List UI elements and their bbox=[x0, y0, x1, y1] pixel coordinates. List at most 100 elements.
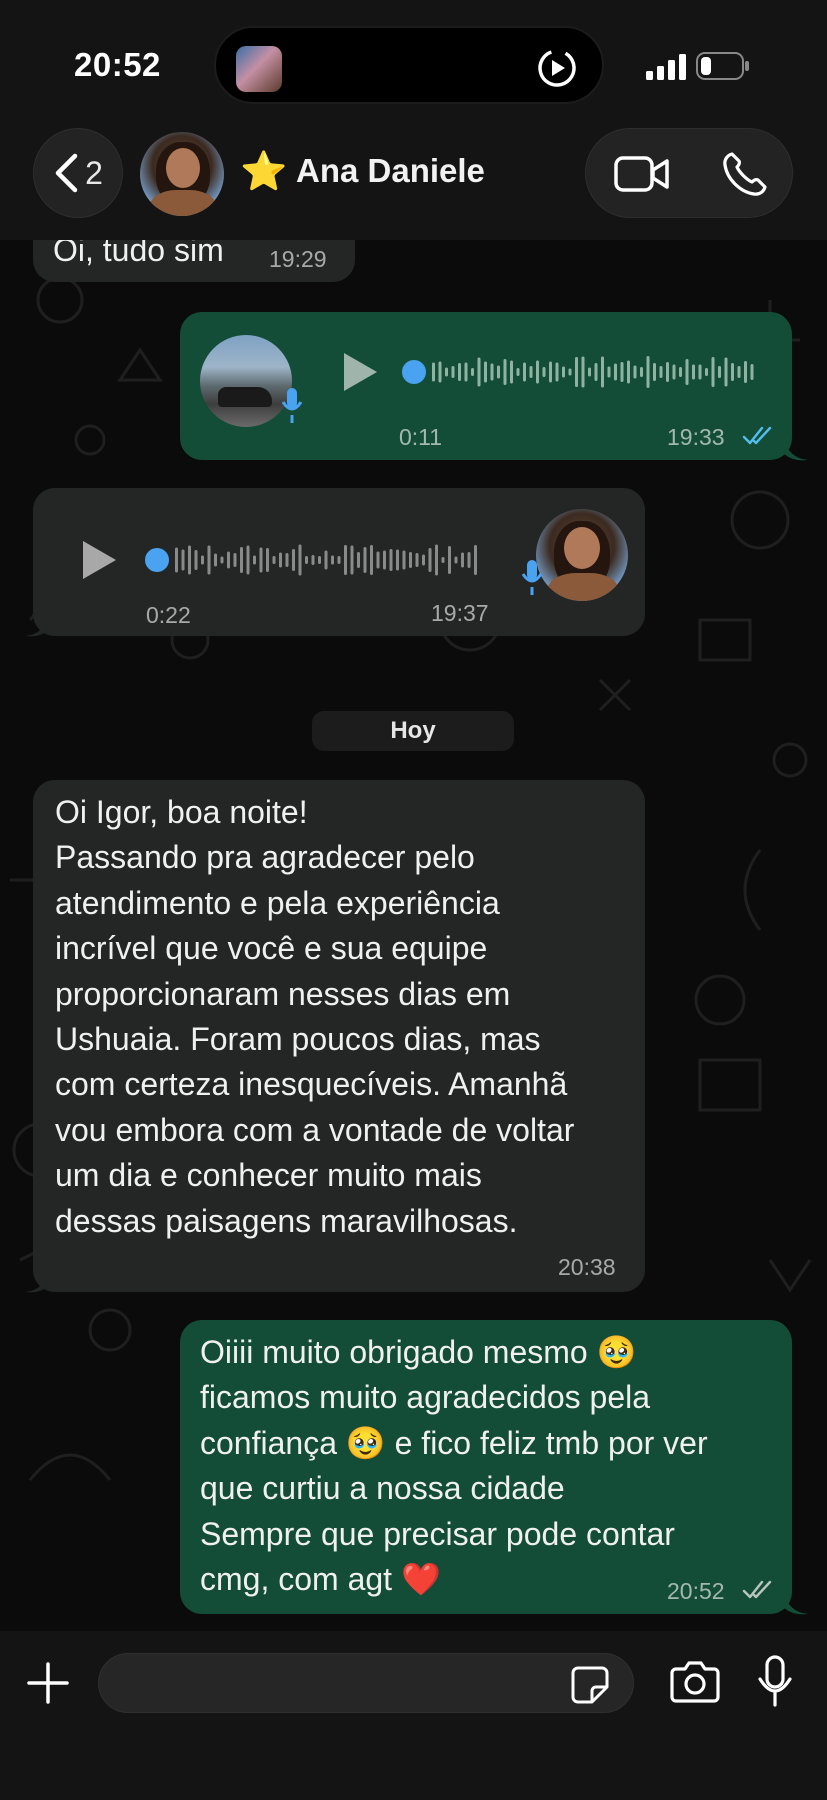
composer-bar bbox=[0, 1631, 827, 1800]
plus-icon[interactable] bbox=[26, 1661, 70, 1705]
waveform-bar bbox=[588, 367, 591, 377]
voice-waveform[interactable] bbox=[402, 350, 762, 394]
waveform-bar bbox=[422, 554, 425, 566]
waveform-bar bbox=[724, 357, 728, 387]
video-call-icon[interactable] bbox=[614, 153, 670, 195]
waveform-bar bbox=[458, 363, 461, 381]
message-time: 19:29 bbox=[269, 246, 327, 272]
waveform-bar bbox=[383, 550, 386, 570]
message-text: Oiiii muito obrigado mesmo 🥹 ficamos mui… bbox=[200, 1334, 708, 1598]
waveform-bar bbox=[451, 366, 455, 378]
waveform-bar bbox=[568, 368, 572, 376]
bubble-tail bbox=[25, 1270, 49, 1293]
waveform-bar bbox=[409, 552, 412, 568]
waveform-bar bbox=[581, 356, 585, 388]
waveform-bar bbox=[272, 556, 276, 564]
play-icon[interactable] bbox=[79, 538, 119, 582]
screen-record-icon bbox=[538, 49, 576, 87]
avatar-face bbox=[166, 148, 200, 188]
voice-duration: 0:22 bbox=[146, 602, 191, 628]
waveform-bar bbox=[477, 357, 481, 387]
sender-avatar bbox=[200, 335, 292, 427]
waveform-bar bbox=[181, 549, 185, 571]
waveform-bar bbox=[432, 362, 435, 382]
waveform-bar bbox=[363, 547, 367, 573]
waveform-bar bbox=[253, 555, 256, 565]
car-shape bbox=[218, 387, 272, 407]
waveform-bar bbox=[679, 367, 682, 377]
bubble-tail bbox=[784, 1592, 808, 1615]
message-bubble-incoming[interactable]: Oi Igor, boa noite! Passando pra agradec… bbox=[33, 780, 645, 1292]
bubble-tail bbox=[25, 614, 49, 637]
waveform-bar bbox=[259, 547, 263, 573]
message-time: 19:33 bbox=[667, 424, 725, 450]
waveform-bar bbox=[435, 544, 438, 576]
waveform-bar bbox=[357, 552, 360, 568]
waveform-bar bbox=[490, 363, 494, 381]
waveform-bar bbox=[503, 359, 507, 385]
delivered-receipt-icon bbox=[742, 1580, 772, 1599]
play-icon[interactable] bbox=[340, 350, 380, 394]
waveform-bar bbox=[718, 366, 721, 378]
avatar-face bbox=[564, 527, 600, 569]
sticker-icon[interactable] bbox=[570, 1665, 610, 1705]
waveform-bar bbox=[402, 550, 406, 570]
waveform-bar bbox=[201, 555, 204, 565]
voice-waveform[interactable] bbox=[145, 538, 485, 582]
waveform-bar bbox=[737, 366, 741, 378]
waveform-bar bbox=[279, 552, 282, 568]
voice-message-outgoing[interactable]: 0:11 19:33 bbox=[180, 312, 792, 460]
waveform-bar bbox=[750, 364, 754, 380]
camera-icon[interactable] bbox=[670, 1659, 720, 1703]
waveform-bar bbox=[601, 356, 604, 388]
waveform-bar bbox=[441, 557, 445, 563]
battery-icon bbox=[696, 52, 749, 80]
waveform-bar bbox=[594, 363, 598, 381]
voice-message-incoming[interactable]: 0:22 19:37 bbox=[33, 488, 645, 636]
waveform-bar bbox=[653, 363, 656, 381]
waveform-bar bbox=[266, 548, 269, 572]
waveform-bar bbox=[214, 553, 217, 567]
phone-call-icon[interactable] bbox=[722, 151, 768, 197]
waveform-bar bbox=[415, 553, 419, 567]
message-time: 20:38 bbox=[558, 1254, 616, 1280]
waveform-bar bbox=[376, 551, 380, 569]
waveform-bar bbox=[188, 545, 191, 575]
waveform-bar bbox=[692, 364, 695, 380]
waveform-bar bbox=[448, 546, 451, 574]
chevron-left-icon bbox=[55, 153, 78, 193]
waveform-bar bbox=[575, 357, 578, 387]
bubble-tail bbox=[784, 438, 808, 461]
waveform-bar bbox=[344, 545, 347, 575]
waveform-bar bbox=[685, 359, 689, 385]
star-emoji: ⭐ bbox=[240, 151, 288, 193]
sender-avatar bbox=[536, 509, 628, 601]
waveform-bar bbox=[298, 544, 302, 576]
message-bubble-outgoing[interactable]: Oiiii muito obrigado mesmo 🥹 ficamos mui… bbox=[180, 1320, 792, 1614]
contact-avatar[interactable] bbox=[140, 132, 224, 216]
home-indicator bbox=[274, 1771, 554, 1781]
waveform-bar bbox=[744, 361, 747, 383]
microphone-icon[interactable] bbox=[758, 1655, 792, 1707]
voice-duration: 0:11 bbox=[399, 424, 443, 450]
message-time: 19:37 bbox=[431, 600, 489, 626]
waveform-bar bbox=[640, 367, 643, 377]
waveform-bar bbox=[474, 545, 477, 575]
message-input[interactable] bbox=[98, 1653, 634, 1713]
waveform-bar bbox=[562, 366, 565, 378]
waveform-bar bbox=[227, 551, 230, 569]
dynamic-island[interactable] bbox=[214, 26, 604, 104]
waveform-bar bbox=[627, 360, 630, 384]
contact-name[interactable]: Ana Daniele bbox=[296, 152, 485, 190]
waveform-bar bbox=[646, 356, 650, 388]
waveform-bar bbox=[672, 364, 676, 380]
waveform-bar bbox=[523, 362, 526, 382]
waveform-bar bbox=[633, 365, 637, 379]
waveform-bar bbox=[337, 556, 341, 564]
waveform-bar bbox=[454, 556, 458, 564]
waveform-bar bbox=[731, 363, 734, 381]
message-text: Oi Igor, boa noite! Passando pra agradec… bbox=[55, 794, 575, 1239]
waveform-bar bbox=[497, 365, 500, 379]
back-button[interactable]: 2 bbox=[33, 128, 123, 218]
waveform-bar bbox=[620, 362, 624, 382]
